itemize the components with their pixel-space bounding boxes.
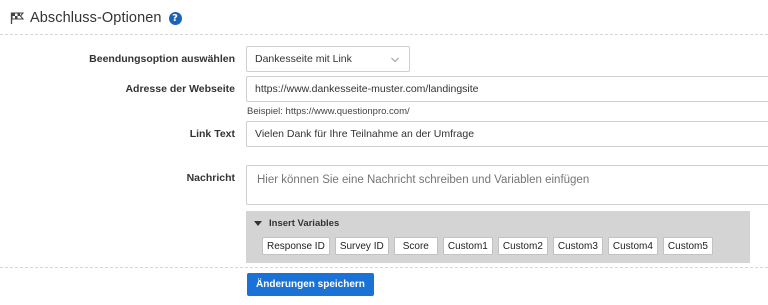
insert-variables-panel: Insert Variables Response ID Survey ID S… [246,211,750,263]
insert-variables-title: Insert Variables [269,218,340,229]
website-label: Adresse der Webseite [125,83,235,95]
section-divider-top [0,34,768,35]
save-button[interactable]: Änderungen speichern [247,273,374,296]
variable-buttons: Response ID Survey ID Score Custom1 Cust… [262,237,718,255]
flag-icon [10,12,24,24]
website-hint: Beispiel: https://www.questionpro.com/ [247,106,410,117]
end-option-label: Beendungsoption auswählen [89,53,235,65]
variable-button-custom1[interactable]: Custom1 [442,237,493,255]
variable-button-custom4[interactable]: Custom4 [607,237,658,255]
variable-button-custom5[interactable]: Custom5 [662,237,713,255]
section-divider-bottom [0,267,768,268]
variable-button-custom2[interactable]: Custom2 [497,237,548,255]
end-option-value: Dankesseite mit Link [255,53,352,65]
caret-down-icon [254,221,262,226]
variable-button-score[interactable]: Score [393,237,438,255]
message-label: Nachricht [186,172,235,184]
chevron-down-icon [391,57,399,63]
page-header: Abschluss-Optionen ? [10,7,182,29]
link-text-input[interactable] [246,121,768,147]
message-textarea[interactable] [246,165,768,205]
insert-variables-toggle[interactable]: Insert Variables [254,218,339,229]
variable-button-response-id[interactable]: Response ID [262,237,330,255]
help-icon[interactable]: ? [168,11,182,25]
end-option-select[interactable]: Dankesseite mit Link [246,46,410,72]
variable-button-custom3[interactable]: Custom3 [552,237,603,255]
website-input[interactable] [246,76,768,102]
page-title: Abschluss-Optionen [30,10,162,26]
variable-button-survey-id[interactable]: Survey ID [334,237,389,255]
link-text-label: Link Text [189,128,235,140]
